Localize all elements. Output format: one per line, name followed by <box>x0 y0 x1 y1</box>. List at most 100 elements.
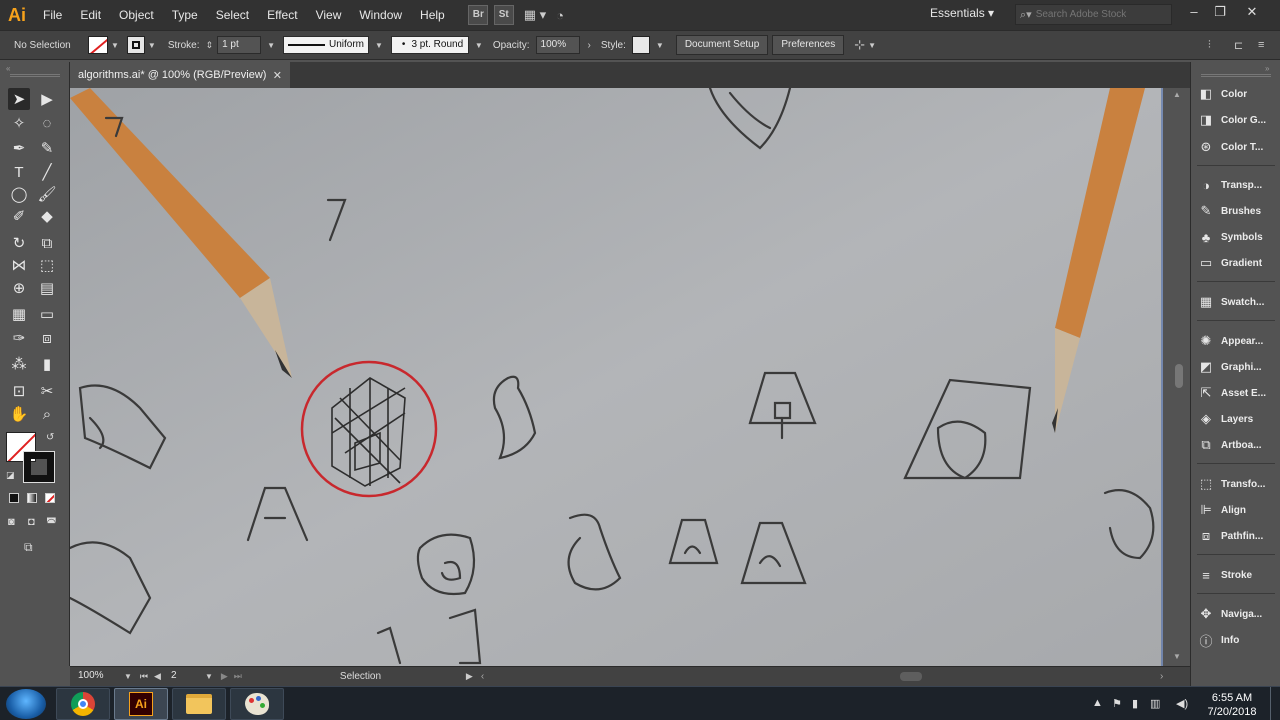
line-tool-icon[interactable]: ╱ <box>36 161 58 183</box>
panel-color[interactable]: ◧ Color <box>1191 81 1280 107</box>
scroll-left-icon[interactable]: ‹ <box>481 671 484 682</box>
panel-brushes[interactable]: ✎ Brushes <box>1191 198 1280 224</box>
chevron-down-icon[interactable]: ▼ <box>148 41 156 50</box>
artboard-canvas[interactable] <box>70 88 1163 666</box>
status-menu-icon[interactable]: ▶ <box>466 671 473 682</box>
collapse-icon[interactable]: « <box>6 64 10 73</box>
show-hidden-icons[interactable]: ▲ <box>1092 697 1103 709</box>
chevron-down-icon[interactable]: ▼ <box>375 41 383 50</box>
stroke-swatch[interactable] <box>126 36 145 54</box>
panel-align[interactable]: ⊫ Align <box>1191 497 1280 523</box>
stroke-weight-field[interactable]: 1 pt <box>217 36 262 54</box>
screen-mode-icon[interactable]: ⧉ <box>24 540 33 555</box>
horizontal-scroll-thumb[interactable] <box>900 672 922 681</box>
menu-lines-icon[interactable]: ≡ <box>1258 39 1264 51</box>
chevron-down-icon[interactable]: ▼ <box>656 41 664 50</box>
shape-builder-tool-icon[interactable]: ⊕ <box>8 277 30 299</box>
menu-type[interactable]: Type <box>163 0 207 30</box>
width-tool-icon[interactable]: ⋈ <box>8 254 30 276</box>
action-center-flag-icon[interactable]: ⚑ <box>1112 697 1122 710</box>
workspace-switcher[interactable]: Essentials ▾ <box>930 6 994 20</box>
close-button[interactable]: ✕ <box>1239 2 1265 22</box>
panel-info[interactable]: ⓘ Info <box>1191 627 1280 653</box>
panel-transform[interactable]: ⬚ Transfo... <box>1191 471 1280 497</box>
blend-tool-icon[interactable]: ⧈ <box>36 327 58 349</box>
paintbrush-tool-icon[interactable]: 🖌 <box>36 183 58 205</box>
panel-color-guide[interactable]: ◨ Color G... <box>1191 107 1280 133</box>
gpu-performance-icon[interactable]: ◔ <box>556 8 564 23</box>
pen-tool-icon[interactable]: ✒ <box>8 137 30 159</box>
chevron-down-icon[interactable]: ▼ <box>205 672 213 681</box>
file-explorer-taskbar-button[interactable] <box>172 688 226 720</box>
bridge-button[interactable]: Br <box>467 5 488 25</box>
color-mode-icon[interactable] <box>9 493 19 503</box>
system-clock[interactable]: 6:55 AM 7/20/2018 <box>1198 691 1266 719</box>
panel-symbols[interactable]: ♣ Symbols <box>1191 224 1280 250</box>
bracket-icon[interactable]: ⊏ <box>1234 39 1243 52</box>
document-tab[interactable]: algorithms.ai* @ 100% (RGB/Preview) ✕ <box>70 62 290 88</box>
close-icon[interactable]: ✕ <box>273 69 282 82</box>
mesh-tool-icon[interactable]: ▦ <box>8 303 30 325</box>
panel-layers[interactable]: ◈ Layers <box>1191 406 1280 432</box>
draw-inside-icon[interactable]: ◚ <box>46 516 57 529</box>
menu-file[interactable]: File <box>34 0 71 30</box>
scroll-up-icon[interactable]: ▲ <box>1173 90 1181 99</box>
type-tool-icon[interactable]: T <box>8 161 30 183</box>
chevron-down-icon[interactable]: ▼ <box>124 672 132 681</box>
menu-help[interactable]: Help <box>411 0 454 30</box>
menu-effect[interactable]: Effect <box>258 0 306 30</box>
paint-taskbar-button[interactable] <box>230 688 284 720</box>
panel-pathfinder[interactable]: ⧈ Pathfin... <box>1191 523 1280 549</box>
rotate-tool-icon[interactable]: ↻ <box>8 232 30 254</box>
curvature-tool-icon[interactable]: ✎ <box>36 137 58 159</box>
scale-tool-icon[interactable]: ⧉ <box>36 232 58 254</box>
panel-appearance[interactable]: ✺ Appear... <box>1191 328 1280 354</box>
direct-selection-tool-icon[interactable]: ▶ <box>36 88 58 110</box>
panel-navigator[interactable]: ✥ Naviga... <box>1191 601 1280 627</box>
battery-icon[interactable]: ▮ <box>1132 697 1138 710</box>
menu-select[interactable]: Select <box>207 0 258 30</box>
symbol-sprayer-tool-icon[interactable]: ⁂ <box>8 353 30 375</box>
scroll-thumb[interactable] <box>1175 364 1183 388</box>
menu-view[interactable]: View <box>307 0 351 30</box>
draw-normal-icon[interactable]: ◙ <box>8 516 15 528</box>
stroke-color-swatch[interactable] <box>23 451 55 483</box>
none-mode-icon[interactable] <box>45 493 55 503</box>
slice-tool-icon[interactable]: ✂ <box>36 380 58 402</box>
eraser-tool-icon[interactable]: ◆ <box>36 205 58 227</box>
selection-tool-icon[interactable]: ➤ <box>8 88 30 110</box>
last-artboard-icon[interactable]: ⏭ <box>234 671 242 682</box>
panel-artboards[interactable]: ⧉ Artboa... <box>1191 432 1280 458</box>
network-icon[interactable]: ▥ <box>1150 697 1160 710</box>
stepper-icon[interactable]: ⇕ <box>206 40 214 51</box>
start-button[interactable] <box>6 689 46 719</box>
panel-asset-export[interactable]: ⇱ Asset E... <box>1191 380 1280 406</box>
preferences-button[interactable]: Preferences <box>772 35 845 55</box>
align-options-icon[interactable]: ⊹ <box>854 37 865 53</box>
expand-panels-icon[interactable]: » <box>1265 64 1269 73</box>
stock-button[interactable]: St <box>493 5 514 25</box>
arrange-documents-icon[interactable]: ▦ ▾ <box>524 7 546 23</box>
show-desktop-button[interactable] <box>1270 687 1280 720</box>
chevron-right-icon[interactable]: › <box>588 40 591 51</box>
zoom-field[interactable]: 100% <box>74 667 120 686</box>
ellipse-tool-icon[interactable]: ◯ <box>8 183 30 205</box>
restore-button[interactable]: ❐ <box>1207 2 1233 22</box>
artboard-tool-icon[interactable]: ⊡ <box>8 380 30 402</box>
menu-window[interactable]: Window <box>350 0 411 30</box>
shaper-tool-icon[interactable]: ✐ <box>8 205 30 227</box>
panel-graphic-styles[interactable]: ◩ Graphi... <box>1191 354 1280 380</box>
eyedropper-tool-icon[interactable]: ✑ <box>8 327 30 349</box>
column-graph-tool-icon[interactable]: ▮ <box>36 353 58 375</box>
document-setup-button[interactable]: Document Setup <box>675 35 769 55</box>
dock-grip[interactable] <box>1201 74 1271 77</box>
free-transform-tool-icon[interactable]: ⬚ <box>36 254 58 276</box>
panel-options-icon[interactable]: ⫶ <box>1208 39 1211 52</box>
first-artboard-icon[interactable]: ⏮ <box>140 671 148 682</box>
scroll-down-icon[interactable]: ▼ <box>1173 652 1181 661</box>
stock-search[interactable]: ⌕▾ <box>1015 4 1172 25</box>
panel-transparency[interactable]: ◑ Transp... <box>1191 172 1280 198</box>
vertical-scrollbar[interactable]: ▲ ▼ <box>1163 88 1190 666</box>
chrome-taskbar-button[interactable] <box>56 688 110 720</box>
panel-grip[interactable] <box>10 74 60 77</box>
